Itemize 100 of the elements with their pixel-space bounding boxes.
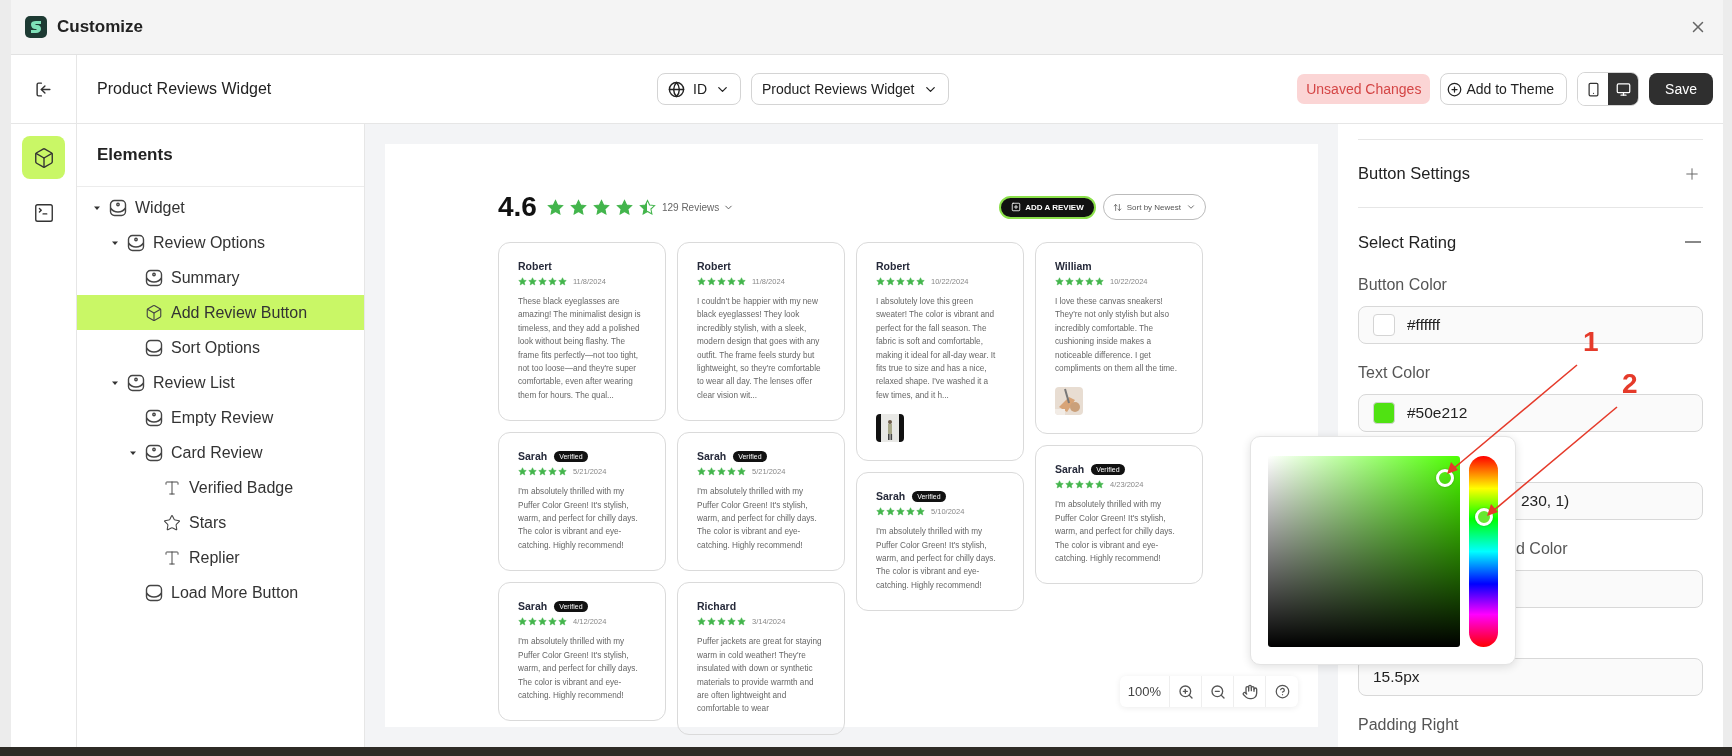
star-icon xyxy=(615,198,633,216)
star-icon xyxy=(727,467,736,477)
sort-select[interactable]: Sort by Newest xyxy=(1102,194,1206,220)
tree-item[interactable]: Load More Button xyxy=(77,575,364,610)
hue-handle[interactable] xyxy=(1474,508,1493,527)
reviewer-name: Sarah xyxy=(697,450,727,463)
review-text: I'm absolutely thrilled with my Puffer Color Green! It's stylish, warm, and perfect for chilly days. The color is vibrant and eye-catching. Highly recommend! xyxy=(518,486,639,552)
section-title: Select Rating xyxy=(1358,232,1457,252)
star-icon xyxy=(1075,480,1084,490)
star-icon xyxy=(1055,277,1064,286)
rating-value: 4.6 xyxy=(498,191,537,223)
star-icon xyxy=(697,277,706,286)
star-icon xyxy=(707,467,716,477)
star-icon xyxy=(1085,277,1094,286)
star-icon xyxy=(707,277,716,286)
reviewer-name: Robert xyxy=(518,260,552,272)
widget-select[interactable]: Product Reviews Widget xyxy=(751,73,949,105)
collapse-button[interactable] xyxy=(1683,239,1703,245)
panel-title: Elements xyxy=(97,145,173,165)
text-icon xyxy=(163,548,181,567)
star-icon xyxy=(1095,480,1104,490)
star-icon xyxy=(1095,277,1104,286)
tray-icon xyxy=(145,583,163,602)
face-box-icon xyxy=(145,268,163,287)
field-label: Padding Right xyxy=(1358,716,1459,733)
zoom-out-icon xyxy=(1209,683,1226,700)
star-icon xyxy=(896,507,905,517)
star-icon xyxy=(1085,480,1094,490)
tree-item[interactable]: Widget xyxy=(77,190,364,225)
save-button[interactable]: Save xyxy=(1649,73,1713,105)
star-icon xyxy=(518,277,527,286)
star-icon xyxy=(548,277,557,286)
add-review-button[interactable]: ADD A REVIEW xyxy=(999,195,1096,219)
review-text: I absolutely love this green sweater! The color is vibrant and perfect for the fall season. The fabric is soft and comfortable, making it ideal for all-day wear. It fits true to size and has a nice, relaxed shape. I've washed it a few times, and it h... xyxy=(876,296,997,402)
star-icon xyxy=(518,467,527,477)
elements-tab[interactable] xyxy=(22,136,65,179)
field-label: Button Color xyxy=(1358,276,1447,293)
star-icon xyxy=(707,617,716,627)
add-to-theme-button[interactable]: Add to Theme xyxy=(1440,73,1568,105)
tree-item[interactable]: Review List xyxy=(77,365,364,400)
zoom-in-icon xyxy=(1177,683,1194,700)
face-box-icon xyxy=(127,233,145,252)
reviewer-name: Robert xyxy=(697,260,731,272)
star-icon xyxy=(558,617,567,627)
tree-item[interactable]: Review Options xyxy=(77,225,364,260)
monitor-icon xyxy=(1615,81,1631,97)
review-text: I'm absolutely thrilled with my Puffer Color Green! It's stylish, warm, and perfect for chilly days. The color is vibrant and eye-catching. Highly recommend! xyxy=(518,636,639,702)
review-text: I'm absolutely thrilled with my Puffer Color Green! It's stylish, warm, and perfect for chilly days. The color is vibrant and eye-catching. Highly recommend! xyxy=(876,526,997,592)
star-icon xyxy=(896,277,905,286)
star-icon xyxy=(558,467,567,477)
star-icon xyxy=(558,277,567,286)
reviewer-name: Sarah xyxy=(1055,463,1085,476)
zoom-level: 100% xyxy=(1119,676,1170,707)
star-icon xyxy=(737,467,746,477)
desktop-view-button[interactable] xyxy=(1608,73,1639,105)
cube-icon xyxy=(145,303,163,322)
star-icon xyxy=(916,507,925,517)
tree-item[interactable]: Summary xyxy=(77,260,364,295)
input-field[interactable]: 15.5px xyxy=(1358,658,1703,696)
tree-item[interactable]: Sort Options xyxy=(77,330,364,365)
field-label: Text Color xyxy=(1358,364,1431,381)
star-icon xyxy=(1075,277,1084,286)
color-swatch[interactable] xyxy=(1373,314,1395,336)
tree-item[interactable]: Stars xyxy=(77,505,364,540)
tree-item[interactable]: Replier xyxy=(77,540,364,575)
tray-icon xyxy=(145,338,163,357)
color-swatch[interactable] xyxy=(1373,402,1395,424)
tree-item[interactable]: Add Review Button xyxy=(77,295,364,330)
face-box-icon xyxy=(145,408,163,427)
review-text: Puffer jackets are great for staying warm in cold weather! They're insulated with down or synthetic materials to provide warmth and are often lightweight and comfortable to wear xyxy=(697,636,822,716)
review-text: I'm absolutely thrilled with my Puffer Color Green! It's stylish, warm, and perfect for chilly days. The color is vibrant and eye-catching. Highly recommend! xyxy=(1055,499,1176,566)
language-select[interactable]: ID xyxy=(657,73,741,105)
tree-item[interactable]: Card Review xyxy=(77,435,364,470)
star-icon xyxy=(876,507,885,517)
color-field[interactable]: #50e212 xyxy=(1358,394,1703,432)
review-text: These black eyeglasses are amazing! The minimalist design is timeless, and they add a polished look without being flashy. The frame fits perfectly—not too tight, not too loose—and they're super comfortable, even after wearing them for hours. The qual... xyxy=(518,296,642,402)
star-icon xyxy=(717,277,726,286)
star-icon xyxy=(906,507,915,517)
saturation-area[interactable] xyxy=(1268,456,1460,647)
tree-item[interactable]: Empty Review xyxy=(77,400,364,435)
star-icon xyxy=(876,277,885,286)
unsaved-status: Unsaved Changes xyxy=(1297,74,1431,104)
star-icon xyxy=(1055,480,1064,490)
star-icon xyxy=(548,467,557,477)
section-title: Button Settings xyxy=(1358,164,1470,183)
star-icon xyxy=(737,277,746,286)
star-icon xyxy=(548,617,557,627)
field-label: d Color xyxy=(1516,540,1568,557)
star-icon xyxy=(697,467,706,477)
star-icon xyxy=(916,277,925,286)
tree-item[interactable]: Verified Badge xyxy=(77,470,364,505)
review-text: I'm absolutely thrilled with my Puffer Color Green! It's stylish, warm, and perfect for chilly days. The color is vibrant and eye-catching. Highly recommend! xyxy=(697,486,818,552)
sort-icon xyxy=(1112,202,1122,212)
star-icon xyxy=(727,277,736,286)
face-box-icon xyxy=(127,373,145,392)
hue-slider[interactable] xyxy=(1469,456,1498,647)
star-icon xyxy=(546,198,564,216)
star-icon xyxy=(638,198,656,216)
minus-icon xyxy=(1685,241,1701,243)
exit-icon xyxy=(35,80,52,98)
